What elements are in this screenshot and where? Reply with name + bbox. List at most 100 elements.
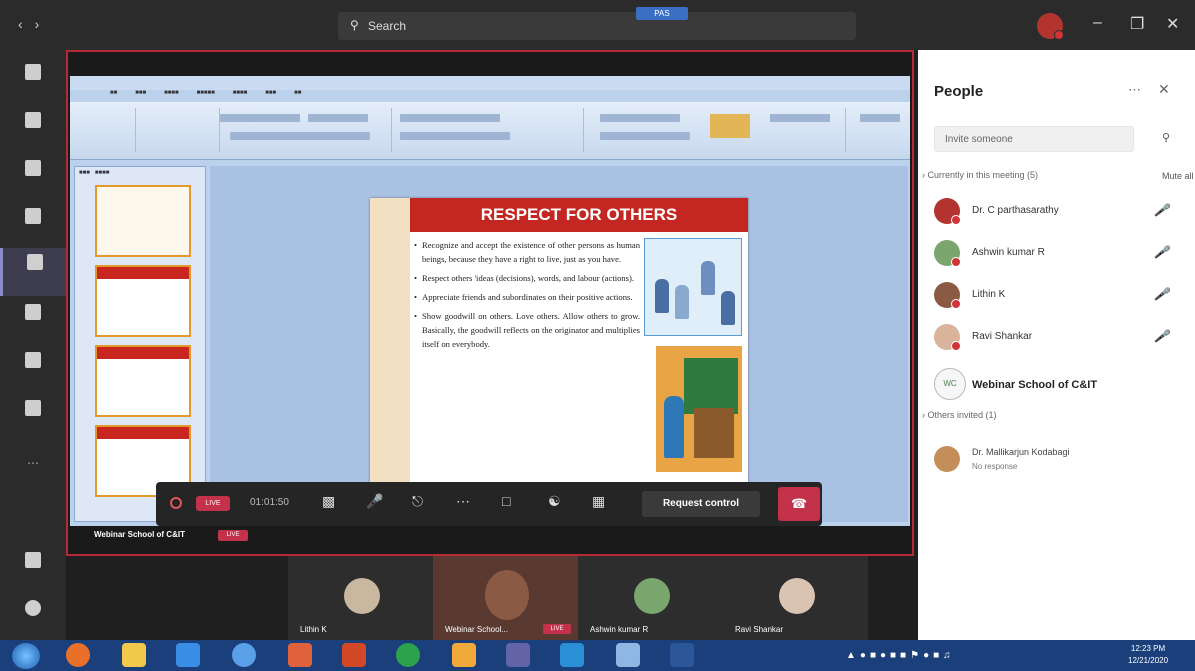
app-icon[interactable] [616,643,640,667]
slide-thumbnail[interactable] [95,345,191,417]
rail-calls[interactable] [0,298,66,346]
rail-more[interactable]: ⋯ [0,454,66,502]
participant-row[interactable]: Dr. C parthasarathy 🎤 [934,196,1190,230]
title-bar: ‹› ⚲ PAS – ❐ ✕ [0,0,1195,50]
participant-row[interactable]: Lithin K 🎤 [934,280,1190,314]
mic-icon[interactable]: 🎤 [366,493,383,510]
participant-tile[interactable]: Ashwin kumar R [578,556,723,640]
organizer-name[interactable]: Webinar School of C&IT [972,379,1097,391]
current-slide: RESPECT FOR OTHERS Recognize and accept … [370,198,748,494]
powerpoint-icon[interactable] [342,643,366,667]
invited-section-header[interactable]: › Others invited (1) [922,410,997,420]
participant-name: Ravi Shankar [972,331,1033,342]
record-icon[interactable] [170,497,182,509]
participants-icon[interactable]: ☯ [548,493,561,510]
live-badge: LIVE [218,530,248,541]
apps-icon [25,400,41,416]
request-control-button[interactable]: Request control [642,491,760,517]
hang-up-button[interactable]: ☎ [778,487,820,521]
clock[interactable]: 12:23 PM 12/21/2020 [1128,643,1168,667]
start-button[interactable] [12,643,40,669]
share-invite-icon[interactable]: ⚲ [1162,131,1170,144]
pdf-icon[interactable] [288,643,312,667]
rail-help[interactable] [0,594,66,642]
paint-icon[interactable] [452,643,476,667]
help-icon [25,600,41,616]
close-icon[interactable]: ✕ [1166,14,1179,34]
ie-icon[interactable] [232,643,256,667]
slide-bullets: Recognize and accept the existence of ot… [414,238,640,356]
camera-icon[interactable]: ▩ [322,493,335,510]
firefox-icon[interactable] [66,643,90,667]
slide-decoration [370,198,410,494]
bullet-item: Recognize and accept the existence of ot… [414,238,640,266]
maximize-icon[interactable]: ❐ [1130,14,1144,34]
teams-icon[interactable] [506,643,530,667]
search-box[interactable]: ⚲ [338,12,856,40]
rail-store[interactable] [0,546,66,594]
rail-chat[interactable] [0,106,66,154]
participant-tile[interactable]: Ravi Shankar [723,556,868,640]
participant-name: Lithin K [300,625,327,634]
participant-tile[interactable]: Lithin K [288,556,433,640]
invited-name[interactable]: Dr. Mallikarjun Kodabagi [972,447,1070,457]
nav-arrows[interactable]: ‹› [18,16,51,32]
avatar [934,282,961,309]
video-strip: Lithin K Webinar School... LIVE Ashwin k… [288,556,868,640]
bell-icon [25,64,41,80]
app-rail: ⋯ [0,50,66,640]
more-options-icon[interactable]: ⋯ [456,493,470,510]
live-badge: LIVE [196,496,230,511]
participant-tile[interactable]: Webinar School... LIVE [433,556,578,640]
participant-name: Ravi Shankar [735,625,784,634]
minimize-icon[interactable]: – [1093,14,1102,32]
people-panel: People ⋯ ✕ ⚲ › Currently in this meeting… [918,50,1195,640]
avatar [634,578,670,614]
rail-files[interactable] [0,346,66,394]
app-icon[interactable] [560,643,584,667]
meeting-controls: LIVE 01:01:50 ▩ 🎤 ⎋ ⋯ □ ☯ ▦ Request cont… [156,482,822,526]
breakout-icon[interactable]: ▦ [592,493,605,510]
current-section-header[interactable]: › Currently in this meeting (5) [922,170,1038,180]
avatar [344,578,380,614]
explorer-icon[interactable] [122,643,146,667]
more-options-icon[interactable]: ⋯ [1128,82,1141,98]
phone-icon: ☎ [790,496,808,511]
mic-off-icon: 🎤 [1154,203,1169,217]
avatar [934,240,961,267]
slide-thumbnails[interactable]: ■■■ ■■■■ [74,166,206,522]
rail-teams[interactable] [0,154,66,202]
avatar [779,578,815,614]
teams-icon [25,160,41,176]
participant-name: Lithin K [972,289,1006,300]
media-icon[interactable] [176,643,200,667]
system-tray[interactable]: ▲●■●■■⚑●■♫ [846,650,955,661]
user-avatar[interactable] [1037,13,1064,40]
close-icon[interactable]: ✕ [1158,81,1170,98]
windows-taskbar: ▲●■●■■⚑●■♫ 12:23 PM 12/21/2020 [0,640,1195,671]
organizer-avatar: WC [934,368,966,400]
chat-icon[interactable]: □ [502,493,510,509]
respect-illustration [644,238,742,336]
video-feed [485,570,529,620]
meeting-pill[interactable]: PAS [636,7,688,20]
mute-all-button[interactable]: Mute all [1162,171,1194,181]
phone-icon [25,304,41,320]
slide-thumbnail[interactable] [95,265,191,337]
word-icon[interactable] [670,643,694,667]
panel-title: People [934,83,984,100]
slide-thumbnail[interactable] [95,185,191,257]
share-screen-icon[interactable]: ⎋ [412,493,423,510]
rail-assignments[interactable] [0,202,66,250]
rail-apps[interactable] [0,394,66,442]
search-input[interactable] [368,16,828,36]
participant-row[interactable]: Ashwin kumar R 🎤 [934,238,1190,272]
ppt-ribbon-tabs: ■■ ■■■ ■■■■ ■■■■■ ■■■■ ■■■ ■■ [110,90,302,96]
participant-row[interactable]: Ravi Shankar 🎤 [934,322,1190,356]
invited-status: No response [972,462,1018,471]
search-icon: ⚲ [350,18,359,32]
rail-activity[interactable] [0,58,66,106]
rail-calendar[interactable] [0,248,66,296]
invite-input[interactable] [934,126,1134,152]
chrome-icon[interactable] [396,643,420,667]
